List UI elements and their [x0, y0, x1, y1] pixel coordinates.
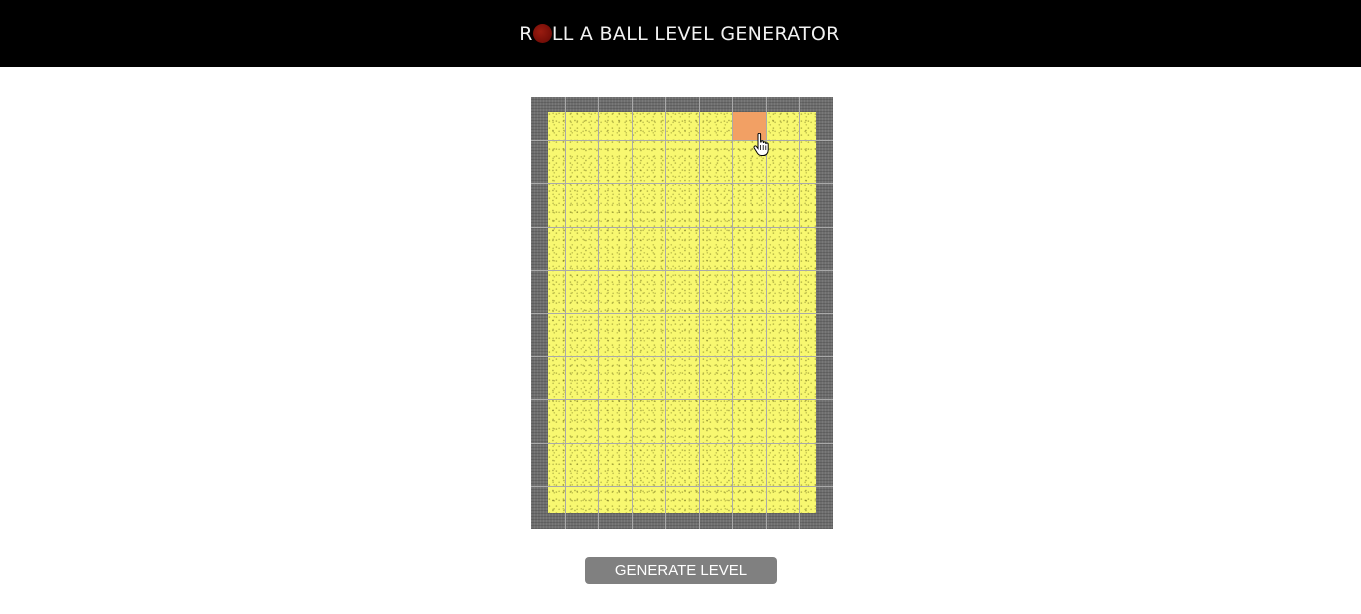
level-board[interactable]: [531, 97, 833, 529]
header-bar: R LL A BALL LEVEL GENERATOR: [0, 0, 1361, 67]
generate-level-button[interactable]: GENERATE LEVEL: [585, 557, 777, 584]
title-suffix: LL A BALL LEVEL GENERATOR: [551, 22, 840, 45]
page-title: R LL A BALL LEVEL GENERATOR: [519, 23, 839, 45]
ball-icon: [532, 24, 552, 43]
level-floor: [548, 112, 816, 513]
hand-pointer-icon: [753, 133, 769, 156]
title-prefix: R: [519, 22, 533, 45]
